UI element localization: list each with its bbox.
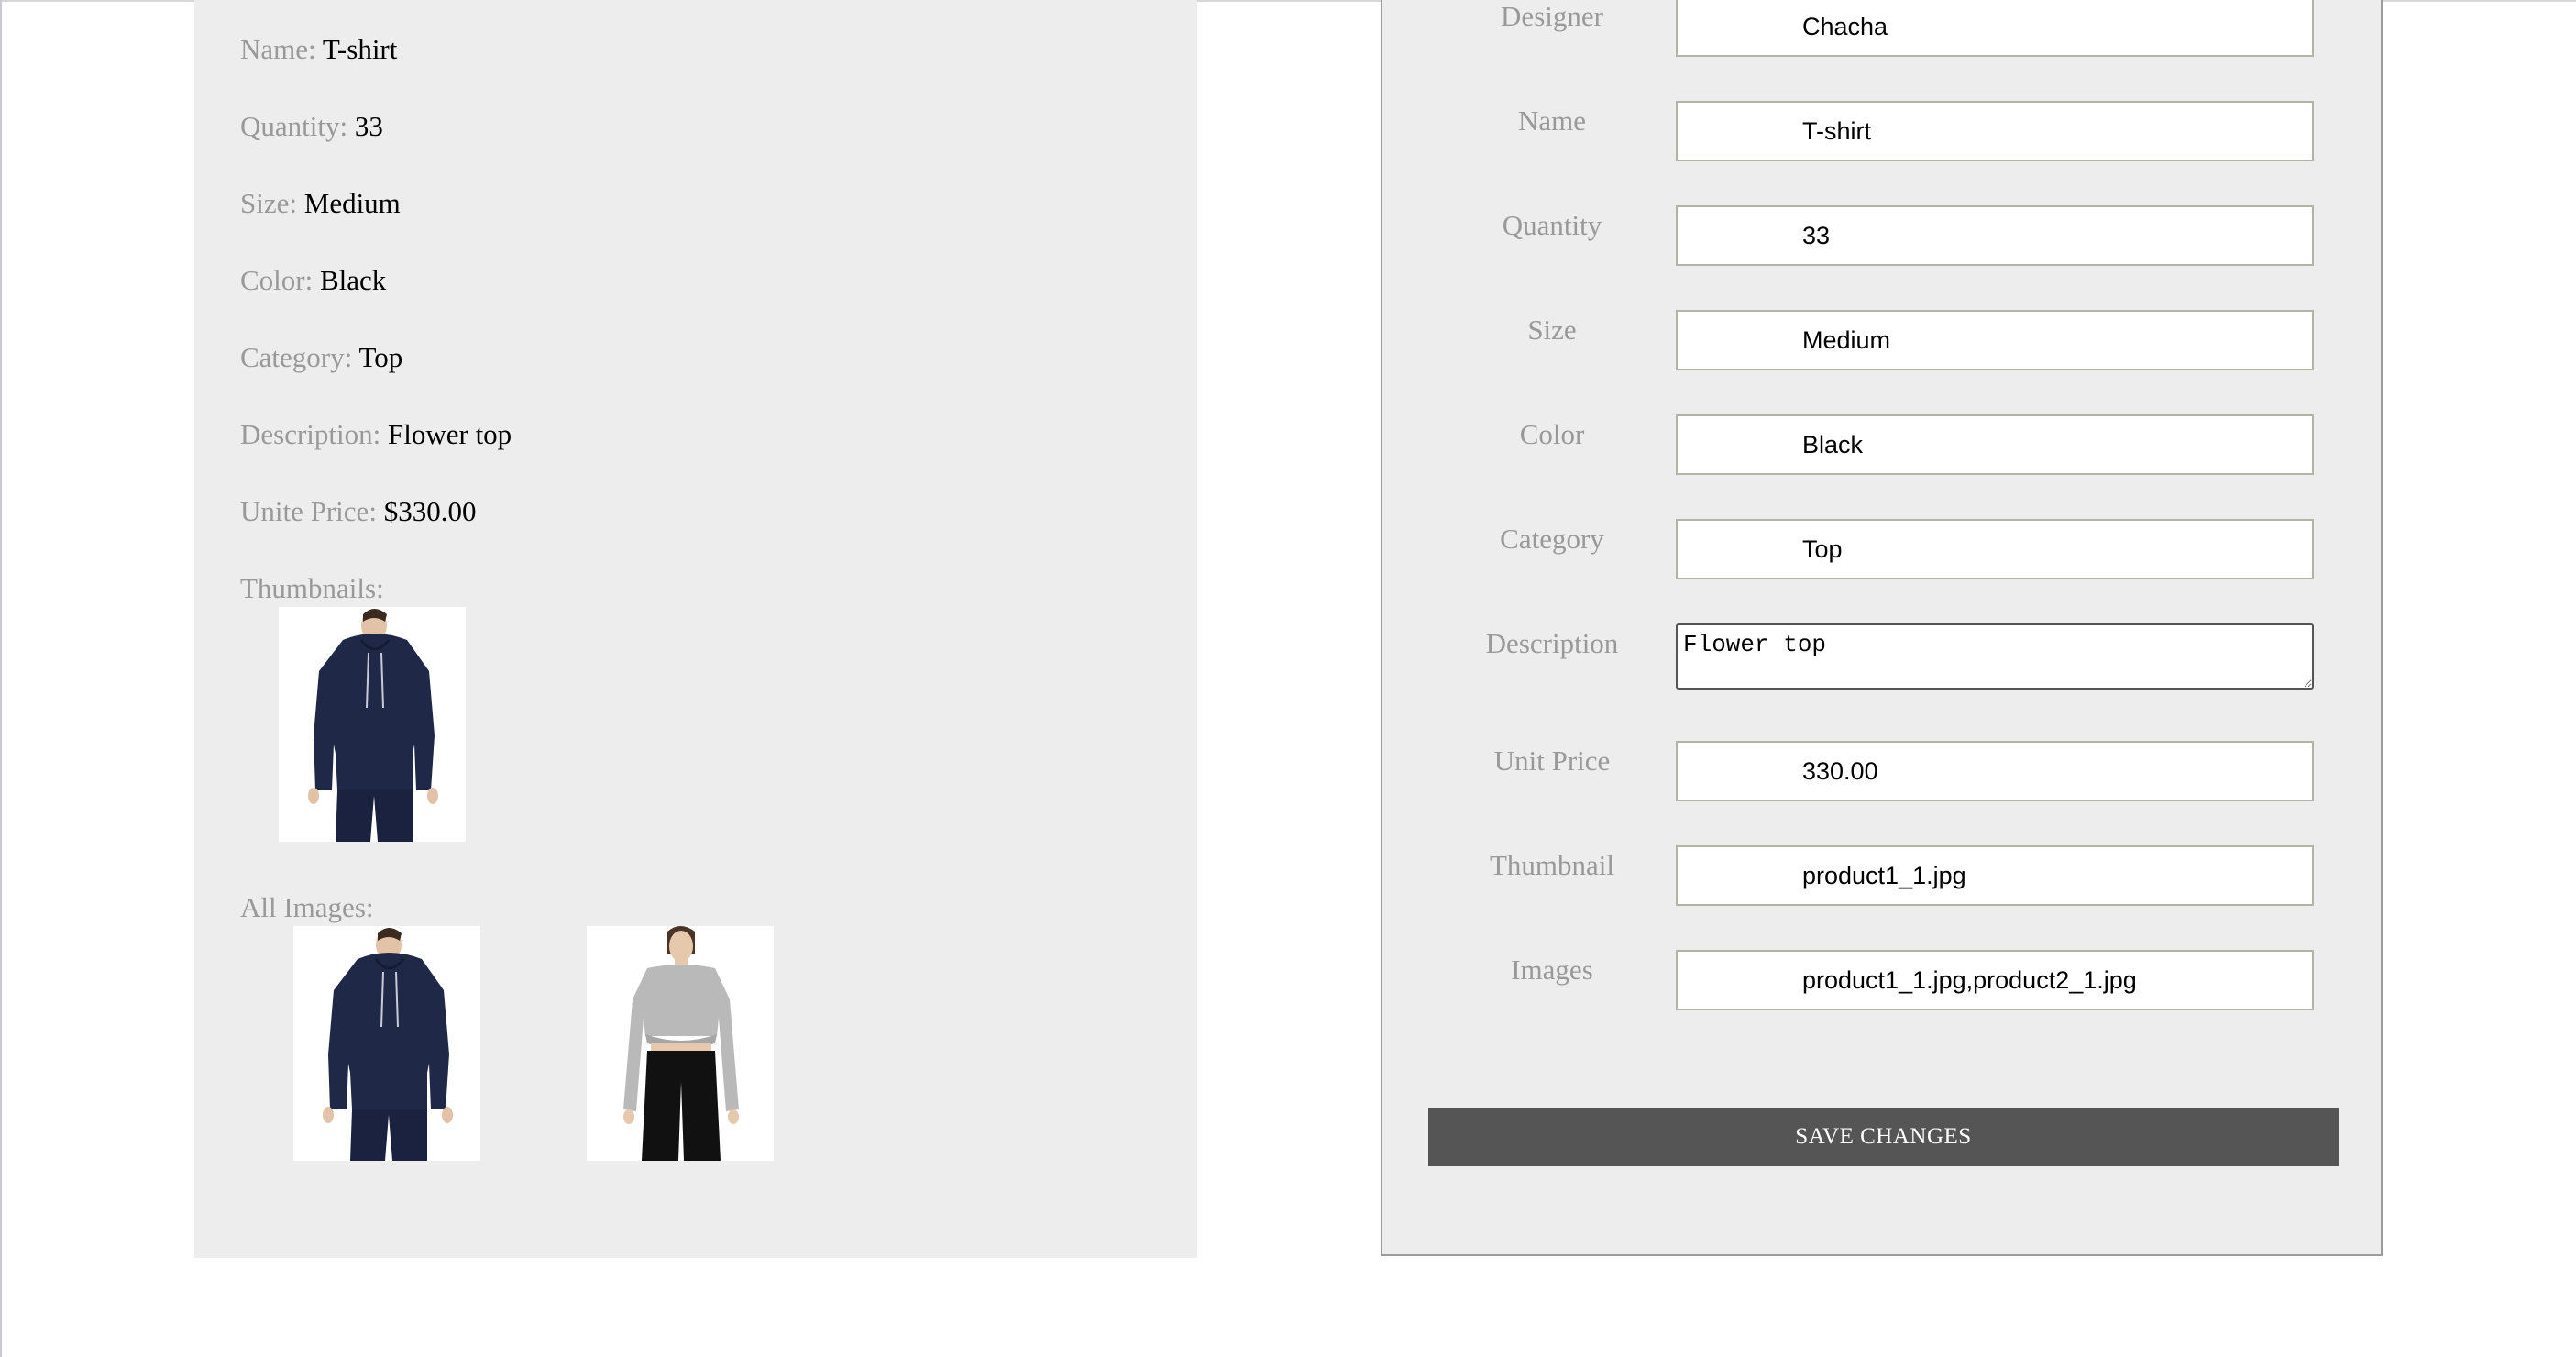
name-input[interactable] <box>1676 101 2314 161</box>
description-label: Description <box>1485 627 1619 659</box>
category-input[interactable] <box>1676 519 2314 579</box>
all-images-heading: All Images: <box>240 889 374 926</box>
gray-crop-top-image <box>587 926 774 1161</box>
unit-price-label: Unit Price <box>1493 745 1611 777</box>
navy-hoodie-image <box>279 607 466 842</box>
description-textarea[interactable]: Flower top <box>1676 623 2314 690</box>
detail-category: Category: Top <box>240 339 402 376</box>
size-input[interactable] <box>1676 310 2314 370</box>
detail-quantity-label: Quantity: <box>240 110 348 142</box>
detail-unit-price: Unite Price: $330.00 <box>240 493 476 530</box>
detail-description-label: Description: <box>240 418 381 450</box>
thumbnail-image <box>279 607 466 842</box>
detail-color-value: Black <box>319 264 387 296</box>
detail-color: Color: Black <box>240 262 386 299</box>
images-label: Images <box>1511 954 1593 986</box>
size-label: Size <box>1527 314 1577 346</box>
thumbnail-label: Thumbnail <box>1489 849 1615 881</box>
detail-name-value: T-shirt <box>322 33 398 65</box>
color-label: Color <box>1519 418 1585 450</box>
edit-product-form: Designer Name Quantity Size Color Catego… <box>1381 0 2383 1256</box>
window-left-edge <box>0 0 2 1357</box>
detail-size-label: Size: <box>240 187 297 219</box>
gallery-image-2 <box>587 926 774 1161</box>
quantity-label: Quantity <box>1502 209 1602 241</box>
detail-quantity: Quantity: 33 <box>240 108 383 145</box>
detail-name-label: Name: <box>240 33 316 65</box>
thumbnails-label: Thumbnails: <box>240 572 384 604</box>
thumbnails-heading: Thumbnails: <box>240 570 384 607</box>
detail-description: Description: Flower top <box>240 416 512 453</box>
thumbnail-input[interactable] <box>1676 845 2314 906</box>
detail-description-value: Flower top <box>388 418 512 450</box>
color-input[interactable] <box>1676 414 2314 475</box>
quantity-input[interactable] <box>1676 205 2314 266</box>
gallery-image-1 <box>293 926 480 1161</box>
navy-hoodie-image <box>293 926 480 1161</box>
category-label: Category <box>1500 523 1604 555</box>
product-detail-panel: Name: T-shirt Quantity: 33 Size: Medium … <box>194 0 1197 1258</box>
detail-size-value: Medium <box>303 187 401 219</box>
detail-quantity-value: 33 <box>354 110 383 142</box>
designer-label: Designer <box>1501 0 1603 32</box>
detail-unit-price-label: Unite Price: <box>240 495 377 527</box>
unit-price-input[interactable] <box>1676 741 2314 801</box>
designer-input[interactable] <box>1676 0 2314 57</box>
detail-name: Name: T-shirt <box>240 31 397 68</box>
save-changes-button[interactable]: SAVE CHANGES <box>1428 1108 2339 1166</box>
detail-category-label: Category: <box>240 341 353 373</box>
detail-color-label: Color: <box>240 264 314 296</box>
images-input[interactable] <box>1676 950 2314 1010</box>
name-label: Name <box>1517 105 1587 137</box>
detail-unit-price-value: $330.00 <box>383 495 477 527</box>
detail-size: Size: Medium <box>240 185 401 222</box>
all-images-label: All Images: <box>240 891 374 923</box>
detail-category-value: Top <box>358 341 403 373</box>
